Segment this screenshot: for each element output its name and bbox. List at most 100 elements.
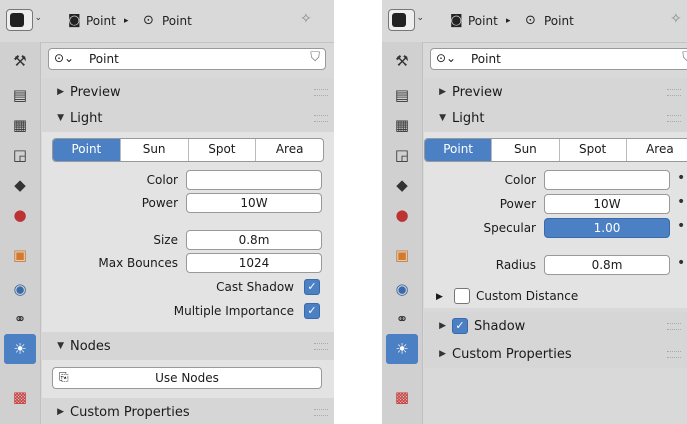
- collapse-right-icon: ▶: [436, 292, 443, 302]
- keyframe-dot-icon[interactable]: •: [677, 218, 685, 234]
- size-field[interactable]: 0.8m: [186, 230, 322, 250]
- cast-shadow-checkbox[interactable]: ✓: [304, 279, 320, 295]
- light-type-area[interactable]: Area: [256, 139, 323, 161]
- collapse-right-icon: ▶: [439, 87, 446, 97]
- drag-grip-icon[interactable]: [667, 89, 681, 96]
- power-field[interactable]: 10W: [186, 193, 322, 213]
- datablock-name: Point: [89, 52, 119, 66]
- section-custom-properties[interactable]: ▶ Custom Properties: [424, 340, 687, 368]
- fake-user-shield-icon[interactable]: ⛉: [310, 50, 320, 65]
- light-type-selector[interactable]: Point Sun Spot Area: [424, 138, 687, 162]
- color-swatch[interactable]: [186, 170, 322, 190]
- object-tab-icon[interactable]: ▣: [4, 240, 36, 270]
- world-tab-icon[interactable]: ●: [4, 200, 36, 230]
- collapse-right-icon: ▶: [439, 349, 446, 359]
- constraints-tab-icon[interactable]: ⚭: [4, 304, 36, 334]
- light-datablock-selector[interactable]: ⊙⌄ Point ⛉: [48, 48, 326, 70]
- light-panel-body: Point Sun Spot Area Color Power 10W Size…: [42, 132, 334, 332]
- section-shadow[interactable]: ▶ ✓ Shadow: [424, 312, 687, 340]
- drag-grip-icon[interactable]: [314, 409, 328, 416]
- properties-tabs: ⚒ ▤ ▦ ◲ ◆ ● ▣ ◉ ⚭ ☀ ▩: [382, 42, 423, 424]
- custom-distance-checkbox[interactable]: [454, 288, 470, 304]
- empty-area: [424, 368, 687, 424]
- drag-grip-icon[interactable]: [314, 89, 328, 96]
- keyframe-dot-icon[interactable]: •: [677, 170, 685, 186]
- light-type-sun[interactable]: Sun: [121, 139, 189, 161]
- size-label: Size: [153, 233, 178, 247]
- properties-editor-icon: [392, 13, 406, 27]
- object-icon: ◙: [68, 13, 81, 28]
- use-nodes-button[interactable]: ⎘ Use Nodes: [52, 367, 322, 389]
- light-type-point[interactable]: Point: [425, 139, 493, 161]
- section-preview[interactable]: ▶ Preview: [424, 78, 687, 106]
- radius-field[interactable]: 0.8m: [544, 255, 670, 275]
- drag-grip-icon[interactable]: [667, 323, 681, 330]
- light-type-area[interactable]: Area: [627, 139, 687, 161]
- output-tab-icon[interactable]: ▦: [4, 110, 36, 140]
- custom-distance-label[interactable]: Custom Distance: [476, 286, 578, 306]
- fake-user-shield-icon[interactable]: ⛉: [682, 50, 687, 65]
- light-data-icon: ⊙: [143, 13, 154, 28]
- multiple-importance-checkbox[interactable]: ✓: [304, 303, 320, 319]
- collapse-right-icon: ▶: [57, 407, 64, 417]
- light-datablock-selector[interactable]: ⊙⌄ Point ⛉: [430, 48, 687, 70]
- constraints-tab-icon[interactable]: ⚭: [386, 304, 418, 334]
- drag-grip-icon[interactable]: [314, 343, 328, 350]
- light-data-icon: ⊙: [525, 13, 536, 28]
- breadcrumb-arrow-icon: ▸: [506, 16, 511, 26]
- light-type-spot[interactable]: Spot: [189, 139, 257, 161]
- specular-label: Specular: [483, 221, 536, 235]
- section-preview[interactable]: ▶ Preview: [42, 78, 334, 106]
- properties-header: ⌄ ◙ Point ▸ ⊙ Point ✧: [0, 0, 334, 43]
- output-tab-icon[interactable]: ▦: [386, 110, 418, 140]
- properties-editor-icon: [10, 13, 24, 27]
- color-label: Color: [146, 173, 178, 187]
- tool-tab-icon[interactable]: ⚒: [4, 46, 36, 76]
- chevron-down-icon: ⌄: [416, 13, 424, 23]
- breadcrumb-light: Point: [162, 14, 192, 28]
- view-layer-tab-icon[interactable]: ◲: [4, 140, 36, 170]
- drag-grip-icon[interactable]: [667, 351, 681, 358]
- texture-tab-icon[interactable]: ▩: [386, 382, 418, 412]
- shadow-checkbox[interactable]: ✓: [452, 318, 468, 334]
- light-type-spot[interactable]: Spot: [560, 139, 627, 161]
- light-data-tab-icon[interactable]: ☀: [4, 334, 36, 364]
- scene-tab-icon[interactable]: ◆: [4, 170, 36, 200]
- light-type-point[interactable]: Point: [53, 139, 121, 161]
- physics-tab-icon[interactable]: ◉: [4, 274, 36, 304]
- pin-icon[interactable]: ✧: [670, 11, 682, 27]
- light-type-sun[interactable]: Sun: [492, 139, 560, 161]
- object-tab-icon[interactable]: ▣: [386, 240, 418, 270]
- section-light[interactable]: ▼ Light: [424, 104, 687, 132]
- keyframe-dot-icon[interactable]: •: [677, 194, 685, 210]
- expand-down-icon: ▼: [57, 341, 64, 351]
- scene-tab-icon[interactable]: ◆: [386, 170, 418, 200]
- world-tab-icon[interactable]: ●: [386, 200, 418, 230]
- power-label: Power: [499, 197, 536, 211]
- section-custom-properties[interactable]: ▶ Custom Properties: [42, 398, 334, 424]
- section-light[interactable]: ▼ Light: [42, 104, 334, 132]
- view-layer-tab-icon[interactable]: ◲: [386, 140, 418, 170]
- light-type-selector[interactable]: Point Sun Spot Area: [52, 138, 324, 162]
- drag-grip-icon[interactable]: [314, 115, 328, 122]
- pin-icon[interactable]: ✧: [300, 11, 312, 27]
- editor-type-button[interactable]: ⌄: [388, 9, 424, 31]
- section-nodes[interactable]: ▼ Nodes: [42, 332, 334, 360]
- render-tab-icon[interactable]: ▤: [4, 80, 36, 110]
- collapse-right-icon: ▶: [439, 321, 446, 331]
- editor-type-button[interactable]: ⌄: [6, 9, 42, 31]
- texture-tab-icon[interactable]: ▩: [4, 382, 36, 412]
- tool-tab-icon[interactable]: ⚒: [386, 46, 418, 76]
- use-nodes-label: Use Nodes: [155, 371, 219, 385]
- keyframe-dot-icon[interactable]: •: [677, 255, 685, 271]
- power-field[interactable]: 10W: [544, 194, 670, 214]
- max-bounces-field[interactable]: 1024: [186, 253, 322, 273]
- specular-field[interactable]: 1.00: [544, 218, 670, 238]
- light-data-tab-icon[interactable]: ☀: [386, 334, 418, 364]
- breadcrumb-arrow-icon: ▸: [124, 16, 129, 26]
- color-swatch[interactable]: [544, 170, 670, 190]
- render-tab-icon[interactable]: ▤: [386, 80, 418, 110]
- drag-grip-icon[interactable]: [667, 115, 681, 122]
- section-preview-label: Preview: [452, 84, 503, 100]
- physics-tab-icon[interactable]: ◉: [386, 274, 418, 304]
